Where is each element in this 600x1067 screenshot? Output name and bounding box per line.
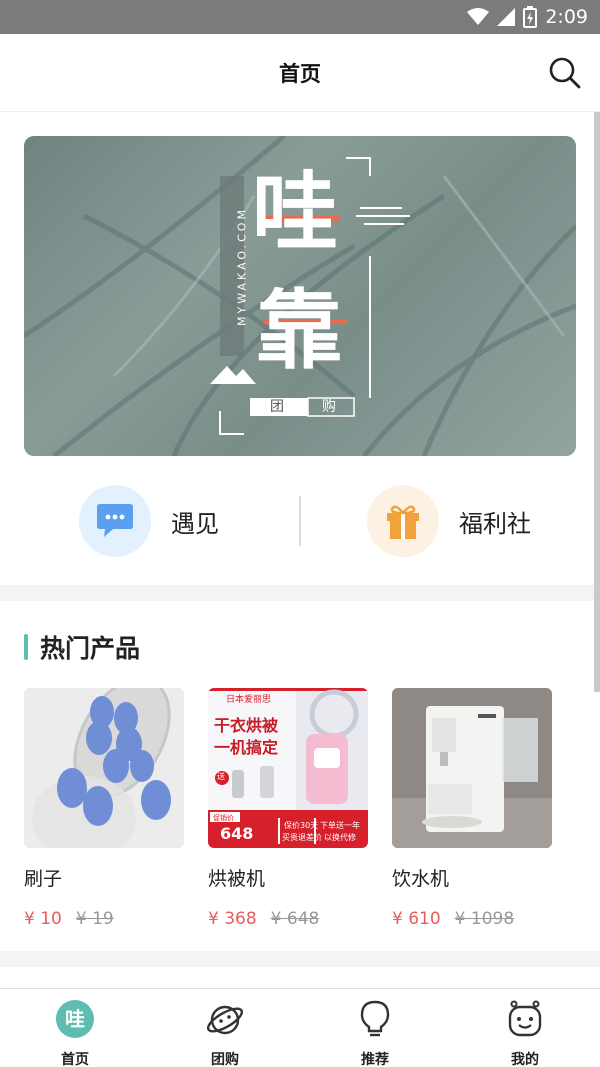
bottom-tab-bar: 哇 首页 团购 推荐 我的 (0, 988, 600, 1067)
banner-char-kao: 靠 (256, 281, 342, 381)
product-promo-gift: 送 (217, 772, 225, 781)
next-section (0, 967, 600, 988)
section-heading: 热门产品 (24, 629, 140, 665)
product-image[interactable] (24, 688, 184, 848)
product-promo-tag1: 保价30天 (284, 821, 319, 830)
planet-icon (206, 1005, 244, 1035)
signal-icon (497, 8, 516, 26)
gift-icon (367, 485, 439, 557)
tab-recommend[interactable]: 推荐 (325, 999, 425, 1067)
heading-accent-bar (24, 634, 28, 660)
product-old-price: ¥ 19 (75, 909, 114, 929)
section-title: 热门产品 (40, 634, 141, 663)
page-title: 首页 (279, 62, 321, 86)
smiley-icon (508, 1000, 542, 1037)
product-promo-tag1b: 买贵退差价 (282, 833, 322, 842)
wifi-icon (467, 8, 490, 25)
product-image[interactable]: 日本爱丽思 干衣烘被 一机搞定 送 促销价 648 保价30天 买贵退差价 下单… (208, 688, 368, 848)
tab-label: 我的 (511, 1052, 539, 1067)
promo-banner[interactable]: MYWAKAO.COM 哇 靠 团 购 (24, 136, 576, 456)
product-price: ¥ 368 (208, 909, 257, 929)
tab-group-buy[interactable]: 团购 (175, 999, 275, 1067)
tab-label: 团购 (211, 1052, 239, 1067)
home-scroll-area[interactable]: MYWAKAO.COM 哇 靠 团 购 遇见 福利社 热门产品 刷子 ¥ 10 … (0, 112, 600, 988)
product-name: 饮水机 (392, 868, 450, 890)
product-card[interactable]: 刷子 ¥ 10 ¥ 19 (24, 688, 184, 929)
hot-products-section: 热门产品 刷子 ¥ 10 ¥ 19 日本爱丽思 干衣烘被 一机搞定 送 促销价 … (0, 601, 600, 951)
chat-bubble-icon (79, 485, 151, 557)
product-promo-tag2b: 以换代修 (324, 833, 356, 842)
product-promo-price: 648 (220, 824, 254, 843)
home-logo-icon: 哇 (56, 1000, 94, 1038)
product-promo-label: 促销价 (213, 814, 234, 822)
product-promo-brand: 日本爱丽思 (226, 695, 272, 705)
status-bar: 2:09 (0, 0, 600, 34)
product-card[interactable]: 饮水机 ¥ 610 ¥ 1098 (392, 688, 552, 929)
product-card[interactable]: 日本爱丽思 干衣烘被 一机搞定 送 促销价 648 保价30天 买贵退差价 下单… (208, 688, 368, 929)
scrollbar[interactable] (594, 112, 600, 692)
product-image[interactable] (392, 688, 552, 848)
banner-tag-gou: 购 (322, 399, 336, 415)
top-card: MYWAKAO.COM 哇 靠 团 购 遇见 福利社 (0, 112, 600, 585)
product-promo-line1: 干衣烘被 (214, 716, 279, 735)
banner-tag-tuan: 团 (270, 399, 284, 415)
app-header: 首页 (0, 34, 600, 112)
quick-link-label: 遇见 (171, 509, 219, 538)
quick-link-label: 福利社 (459, 509, 531, 538)
lightbulb-icon (360, 1000, 390, 1037)
banner-vertical-text: MYWAKAO.COM (235, 207, 249, 326)
product-price: ¥ 610 (392, 909, 441, 929)
product-name: 刷子 (24, 868, 63, 890)
banner-char-wa: 哇 (252, 163, 338, 263)
product-promo-line2: 一机搞定 (214, 738, 279, 757)
product-name: 烘被机 (208, 868, 266, 890)
quick-link-meet[interactable]: 遇见 (79, 484, 219, 558)
tab-mine[interactable]: 我的 (475, 999, 575, 1067)
tab-label: 推荐 (361, 1052, 389, 1067)
product-price: ¥ 10 (24, 909, 62, 929)
quick-link-welfare[interactable]: 福利社 (367, 484, 531, 558)
product-promo-tag2: 下单送一年 (320, 821, 360, 830)
product-old-price: ¥ 648 (270, 909, 320, 929)
search-icon[interactable] (548, 56, 582, 90)
tab-home[interactable]: 哇 首页 (25, 999, 125, 1067)
battery-icon (523, 6, 538, 28)
quick-links: 遇见 福利社 (0, 484, 600, 558)
product-old-price: ¥ 1098 (454, 909, 515, 929)
status-time: 2:09 (545, 6, 588, 28)
tab-label: 首页 (61, 1052, 89, 1067)
divider (299, 496, 301, 546)
svg-text:哇: 哇 (65, 1007, 85, 1031)
